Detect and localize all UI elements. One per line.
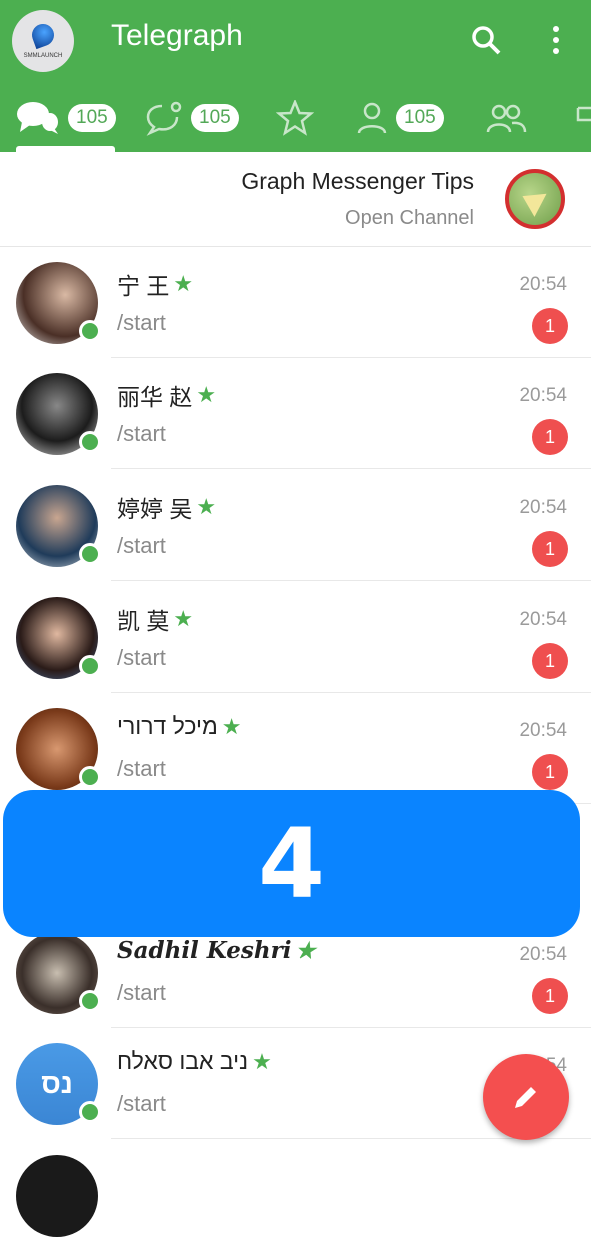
avatar: [16, 1155, 98, 1237]
online-indicator: [79, 320, 101, 342]
tab-favorites[interactable]: [276, 98, 314, 138]
chat-row[interactable]: 婷婷 吴 ★ /start 20:54 1: [0, 470, 591, 581]
unread-badge: 1: [532, 754, 568, 790]
message-time: 20:54: [519, 609, 567, 630]
tab-all-chats[interactable]: 105: [16, 98, 116, 138]
chat-name-wrap: 凯 莫 ★: [117, 602, 193, 636]
search-icon[interactable]: [470, 24, 502, 56]
chat-row[interactable]: 宁 王 ★ /start 20:54 1: [0, 247, 591, 358]
star-icon: ★: [295, 937, 316, 964]
chat-name: 婷婷 吴: [117, 496, 193, 522]
avatar-initials: נס: [41, 1068, 73, 1099]
logo-text: SMMLAUNCH: [23, 53, 63, 59]
chat-row-partial[interactable]: [0, 1140, 591, 1251]
star-icon: ★: [196, 494, 217, 519]
chat-name-wrap: Sadhil Keshri ★: [117, 937, 315, 964]
tab-groups[interactable]: [485, 98, 527, 138]
star-icon: ★: [196, 382, 217, 407]
star-icon: ★: [173, 606, 194, 631]
online-indicator: [79, 990, 101, 1012]
unread-badge: 1: [532, 978, 568, 1014]
star-icon: [276, 100, 314, 136]
last-message: /start: [117, 421, 166, 446]
chat-name-wrap: ניב אבו סאלח ★: [117, 1048, 272, 1075]
chat-name-wrap: 丽华 赵 ★: [117, 378, 216, 412]
pinned-channel-graph-messenger-tips[interactable]: Graph Messenger Tips Open Channel: [0, 152, 591, 247]
chat-name-wrap: 宁 王 ★: [117, 267, 193, 301]
app-title: Telegraph: [111, 19, 243, 52]
last-message: /start: [117, 645, 166, 670]
online-indicator: [79, 543, 101, 565]
unread-badge: 1: [532, 308, 568, 344]
unread-badge: 1: [532, 419, 568, 455]
step-number-overlay: 4: [3, 790, 580, 937]
app-bar: SMMLAUNCH Telegraph 105 105 105: [0, 0, 591, 152]
last-message: /start: [117, 310, 166, 335]
new-message-button[interactable]: [483, 1054, 569, 1140]
message-time: 20:54: [519, 385, 567, 406]
message-time: 20:54: [519, 944, 567, 965]
chats-icon: [17, 102, 58, 134]
star-icon: ★: [173, 271, 194, 296]
unread-badge: 1: [532, 531, 568, 567]
chat-name: 凯 莫: [117, 608, 170, 634]
last-message: /start: [117, 533, 166, 558]
divider: [111, 580, 591, 581]
divider: [111, 468, 591, 469]
chat-name-wrap: מיכל דרורי ★: [117, 713, 242, 740]
tab-users[interactable]: 105: [356, 98, 444, 138]
group-icon: [486, 104, 527, 133]
chat-name: Sadhil Keshri: [117, 937, 292, 964]
tab-count-badge: 105: [396, 104, 444, 132]
last-message: /start: [117, 1091, 166, 1116]
account-avatar[interactable]: SMMLAUNCH: [12, 10, 74, 72]
chat-name: 丽华 赵: [117, 384, 193, 410]
pencil-icon: [515, 1087, 536, 1108]
chat-name: מיכל דרורי: [117, 713, 218, 739]
online-indicator: [79, 1101, 101, 1123]
chat-name: ניב אבו סאלח: [117, 1048, 249, 1074]
unread-badge: 1: [532, 643, 568, 679]
star-icon: ★: [221, 713, 242, 739]
chat-row[interactable]: 凯 莫 ★ /start 20:54 1: [0, 582, 591, 693]
chat-row[interactable]: 丽华 赵 ★ /start 20:54 1: [0, 358, 591, 469]
last-message: /start: [117, 980, 166, 1005]
online-indicator: [79, 766, 101, 788]
user-icon: [357, 102, 387, 134]
message-time: 20:54: [519, 720, 567, 741]
star-icon: ★: [252, 1048, 272, 1074]
channel-avatar: [505, 169, 565, 229]
message-time: 20:54: [519, 497, 567, 518]
channel-icon: [576, 106, 591, 122]
tab-count-badge: 105: [191, 104, 239, 132]
tab-channels[interactable]: [574, 98, 591, 138]
tab-unread[interactable]: 105: [145, 98, 239, 138]
chat-row[interactable]: מיכל דרורי ★ /start 20:54 1: [0, 693, 591, 804]
rocket-logo-icon: [28, 20, 58, 50]
more-options-icon[interactable]: [545, 24, 567, 56]
unread-chat-icon: [146, 101, 182, 136]
tab-count-badge: 105: [68, 104, 116, 132]
chat-name-wrap: 婷婷 吴 ★: [117, 490, 216, 524]
last-message: /start: [117, 756, 166, 781]
pinned-title: Graph Messenger Tips: [241, 168, 474, 194]
online-indicator: [79, 655, 101, 677]
chat-name: 宁 王: [117, 273, 170, 299]
online-indicator: [79, 431, 101, 453]
pinned-subtitle[interactable]: Open Channel: [345, 207, 474, 230]
message-time: 20:54: [519, 274, 567, 295]
